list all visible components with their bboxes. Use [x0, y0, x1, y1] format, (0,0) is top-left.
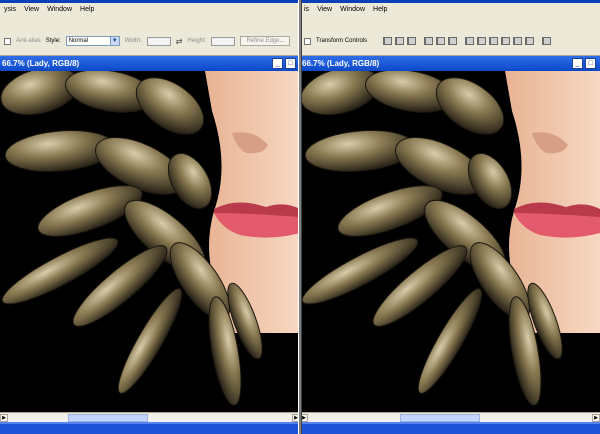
style-label: Style:: [45, 38, 61, 44]
window-divider: [298, 0, 302, 434]
minimize-icon[interactable]: _: [572, 58, 583, 69]
chevron-down-icon[interactable]: ▼: [109, 37, 119, 45]
menu-window[interactable]: Window: [47, 6, 72, 13]
swap-icon[interactable]: ⇄: [176, 37, 183, 46]
horizontal-scrollbar[interactable]: [8, 413, 292, 422]
align-icon-group: [383, 37, 552, 45]
document-title-bar[interactable]: 66.7% (Lady, RGB/8) _ □: [300, 56, 600, 71]
distribute-bottom-icon[interactable]: [489, 37, 499, 45]
distribute-top-icon[interactable]: [465, 37, 475, 45]
width-field[interactable]: [146, 36, 171, 46]
align-horizontal-center-icon[interactable]: [436, 37, 446, 45]
distribute-horizontal-center-icon[interactable]: [513, 37, 523, 45]
height-field[interactable]: [211, 36, 236, 46]
document-title: 66.7% (Lady, RGB/8): [2, 59, 80, 68]
align-bottom-icon[interactable]: [407, 37, 417, 45]
distribute-vertical-center-icon[interactable]: [477, 37, 487, 45]
menu-bar: ysis View Window Help: [0, 0, 300, 16]
align-right-icon[interactable]: [448, 37, 458, 45]
anti-alias-checkbox[interactable]: [4, 37, 11, 45]
options-bar: Anti-alias Style: Normal ▼ Width: ⇄ Heig…: [0, 16, 300, 56]
distribute-left-icon[interactable]: [501, 37, 511, 45]
taskbar-strip: [0, 422, 300, 434]
anti-alias-label: Anti-alias: [16, 38, 41, 44]
menu-analysis[interactable]: is: [304, 6, 309, 13]
align-left-icon[interactable]: [424, 37, 434, 45]
scroll-right-arrow-icon[interactable]: ▶: [592, 413, 600, 422]
document-title-bar[interactable]: 66.7% (Lady, RGB/8) _ □: [0, 56, 300, 71]
scrollbar-thumb[interactable]: [68, 413, 148, 422]
menu-bar: is View Window Help: [300, 0, 600, 16]
height-label: Height:: [187, 38, 207, 44]
menu-help[interactable]: Help: [80, 6, 94, 13]
scrollbar-thumb[interactable]: [400, 413, 480, 422]
image-canvas[interactable]: [0, 71, 300, 412]
image-canvas[interactable]: [300, 71, 600, 412]
minimize-icon[interactable]: _: [272, 58, 283, 69]
transform-controls-checkbox[interactable]: [304, 37, 311, 45]
align-vertical-center-icon[interactable]: [395, 37, 405, 45]
menu-analysis[interactable]: ysis: [4, 6, 16, 13]
style-select[interactable]: Normal ▼: [65, 36, 120, 46]
lady-image: [300, 71, 600, 412]
distribute-right-icon[interactable]: [525, 37, 535, 45]
scroll-right-arrow-icon[interactable]: ▶: [0, 413, 8, 422]
lady-image: [0, 71, 300, 412]
status-bar: ▶ ▶: [0, 412, 300, 422]
right-document-window: is View Window Help Transform Controls 6…: [300, 0, 600, 434]
refine-edge-button[interactable]: Refine Edge...: [240, 36, 291, 46]
menu-view[interactable]: View: [24, 6, 39, 13]
document-title: 66.7% (Lady, RGB/8): [302, 59, 380, 68]
options-bar: Transform Controls: [300, 16, 600, 56]
width-label: Width:: [124, 38, 142, 44]
maximize-icon[interactable]: □: [585, 58, 596, 69]
taskbar-strip: [300, 422, 600, 434]
style-value: Normal: [68, 38, 89, 44]
menu-help[interactable]: Help: [373, 6, 387, 13]
horizontal-scrollbar[interactable]: [308, 413, 592, 422]
status-bar: ▶ ▶: [300, 412, 600, 422]
menu-window[interactable]: Window: [340, 6, 365, 13]
maximize-icon[interactable]: □: [285, 58, 296, 69]
auto-align-icon[interactable]: [542, 37, 552, 45]
align-top-icon[interactable]: [383, 37, 393, 45]
menu-view[interactable]: View: [317, 6, 332, 13]
transform-controls-label: Transform Controls: [316, 38, 368, 44]
left-document-window: ysis View Window Help Anti-alias Style: …: [0, 0, 300, 434]
